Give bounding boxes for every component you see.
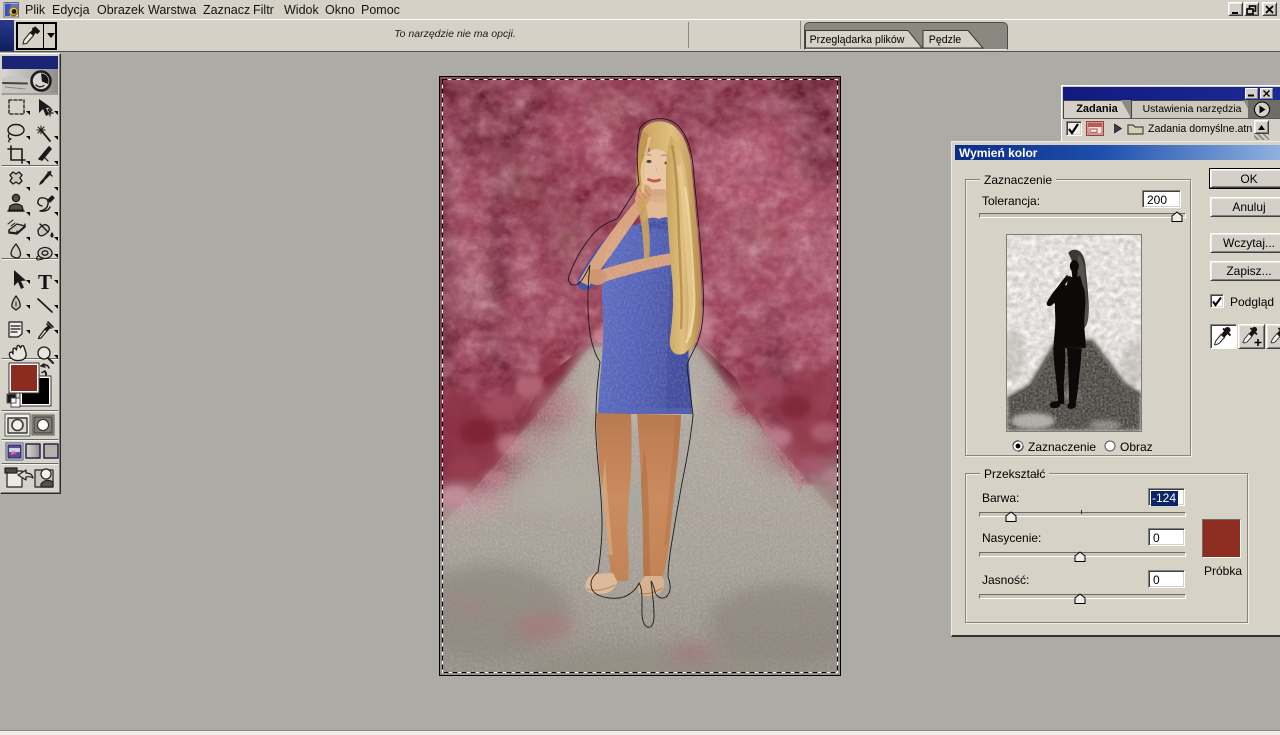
- svg-text:Przeglądarka plików: Przeglądarka plików: [810, 34, 905, 46]
- svg-text:T: T: [38, 270, 52, 294]
- svg-text:Pędzle: Pędzle: [929, 34, 961, 46]
